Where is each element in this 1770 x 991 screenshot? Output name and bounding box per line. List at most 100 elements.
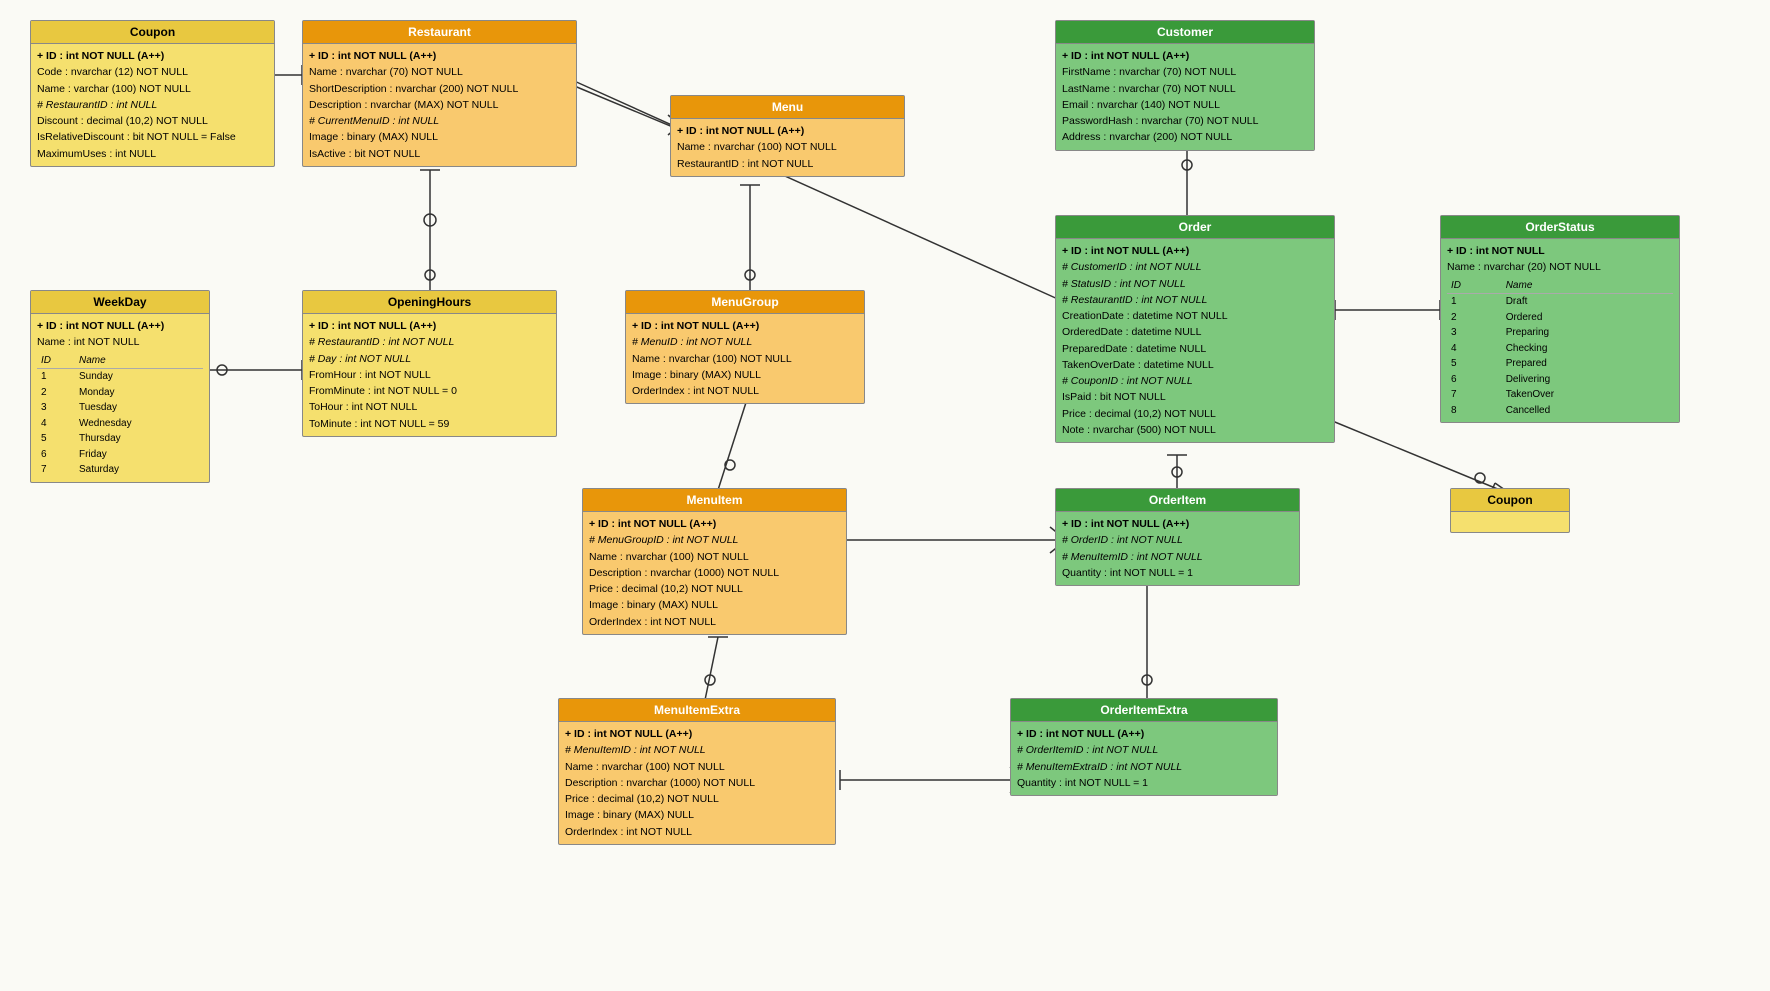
field: + ID : int NOT NULL (A++) (589, 516, 840, 532)
entity-order-status-header: OrderStatus (1441, 216, 1679, 239)
field: TakenOverDate : datetime NULL (1062, 357, 1328, 373)
entity-order-header: Order (1056, 216, 1334, 239)
field: Description : nvarchar (1000) NOT NULL (565, 775, 829, 791)
field: # MenuID : int NOT NULL (632, 334, 858, 350)
entity-menu-header: Menu (671, 96, 904, 119)
entity-menu-item-extra: MenuItemExtra + ID : int NOT NULL (A++) … (558, 698, 836, 845)
field: # CouponID : int NOT NULL (1062, 373, 1328, 389)
entity-restaurant-body: + ID : int NOT NULL (A++) Name : nvarcha… (303, 44, 576, 166)
entity-coupon-top-header: Coupon (31, 21, 274, 44)
field: IsActive : bit NOT NULL (309, 146, 570, 162)
entity-weekday: WeekDay + ID : int NOT NULL (A++) Name :… (30, 290, 210, 483)
entity-order-item-header: OrderItem (1056, 489, 1299, 512)
field: Image : binary (MAX) NULL (589, 597, 840, 613)
entity-restaurant-header: Restaurant (303, 21, 576, 44)
entity-order-item-extra-body: + ID : int NOT NULL (A++) # OrderItemID … (1011, 722, 1277, 795)
field: # MenuItemID : int NOT NULL (1062, 549, 1293, 565)
field: # CurrentMenuID : int NULL (309, 113, 570, 129)
field: + ID : int NOT NULL (A++) (1062, 243, 1328, 259)
field: # MenuItemID : int NOT NULL (565, 742, 829, 758)
entity-opening-hours: OpeningHours + ID : int NOT NULL (A++) #… (302, 290, 557, 437)
field: # OrderID : int NOT NULL (1062, 532, 1293, 548)
field: # RestaurantID : int NULL (37, 97, 268, 113)
entity-coupon-bottom-body (1451, 512, 1569, 532)
field: MaximumUses : int NULL (37, 146, 268, 162)
entity-menu-group-body: + ID : int NOT NULL (A++) # MenuID : int… (626, 314, 864, 403)
field: Price : decimal (10,2) NOT NULL (565, 791, 829, 807)
field: + ID : int NOT NULL (A++) (1017, 726, 1271, 742)
entity-menu-item-body: + ID : int NOT NULL (A++) # MenuGroupID … (583, 512, 846, 634)
entity-order-status: OrderStatus + ID : int NOT NULL Name : n… (1440, 215, 1680, 423)
field: Name : nvarchar (100) NOT NULL (589, 549, 840, 565)
entity-order-status-body: + ID : int NOT NULL Name : nvarchar (20)… (1441, 239, 1679, 422)
field: Image : binary (MAX) NULL (632, 367, 858, 383)
entity-menu-item-extra-header: MenuItemExtra (559, 699, 835, 722)
field: ToMinute : int NOT NULL = 59 (309, 416, 550, 432)
field: Image : binary (MAX) NULL (309, 129, 570, 145)
entity-coupon-top-body: + ID : int NOT NULL (A++) Code : nvarcha… (31, 44, 274, 166)
field: Name : nvarchar (100) NOT NULL (677, 139, 898, 155)
field: # CustomerID : int NOT NULL (1062, 259, 1328, 275)
entity-menu-item: MenuItem + ID : int NOT NULL (A++) # Men… (582, 488, 847, 635)
field: Name : int NOT NULL (37, 334, 203, 350)
field: Description : nvarchar (1000) NOT NULL (589, 565, 840, 581)
field: Name : nvarchar (100) NOT NULL (632, 351, 858, 367)
field: Discount : decimal (10,2) NOT NULL (37, 113, 268, 129)
field: IsPaid : bit NOT NULL (1062, 389, 1328, 405)
field: # RestaurantID : int NOT NULL (309, 334, 550, 350)
entity-restaurant: Restaurant + ID : int NOT NULL (A++) Nam… (302, 20, 577, 167)
field: + ID : int NOT NULL (A++) (1062, 516, 1293, 532)
field: Name : nvarchar (70) NOT NULL (309, 64, 570, 80)
entity-weekday-body: + ID : int NOT NULL (A++) Name : int NOT… (31, 314, 209, 482)
field: Name : nvarchar (20) NOT NULL (1447, 259, 1673, 275)
field: + ID : int NOT NULL (A++) (309, 318, 550, 334)
field: LastName : nvarchar (70) NOT NULL (1062, 81, 1308, 97)
field: CreationDate : datetime NOT NULL (1062, 308, 1328, 324)
field: Description : nvarchar (MAX) NOT NULL (309, 97, 570, 113)
entity-customer: Customer + ID : int NOT NULL (A++) First… (1055, 20, 1315, 151)
field: ToHour : int NOT NULL (309, 399, 550, 415)
field: Quantity : int NOT NULL = 1 (1017, 775, 1271, 791)
field: Code : nvarchar (12) NOT NULL (37, 64, 268, 80)
entity-order-item-extra-header: OrderItemExtra (1011, 699, 1277, 722)
entity-opening-hours-header: OpeningHours (303, 291, 556, 314)
field: Price : decimal (10,2) NOT NULL (589, 581, 840, 597)
field: Quantity : int NOT NULL = 1 (1062, 565, 1293, 581)
entity-weekday-header: WeekDay (31, 291, 209, 314)
field: Price : decimal (10,2) NOT NULL (1062, 406, 1328, 422)
field: ShortDescription : nvarchar (200) NOT NU… (309, 81, 570, 97)
field: # Day : int NOT NULL (309, 351, 550, 367)
order-status-lookup: IDName 1Draft 2Ordered 3Preparing 4Check… (1447, 278, 1673, 419)
entity-order: Order + ID : int NOT NULL (A++) # Custom… (1055, 215, 1335, 443)
entity-menu-item-header: MenuItem (583, 489, 846, 512)
field: PreparedDate : datetime NULL (1062, 341, 1328, 357)
field: Address : nvarchar (200) NOT NULL (1062, 129, 1308, 145)
field: + ID : int NOT NULL (1447, 243, 1673, 259)
entity-order-body: + ID : int NOT NULL (A++) # CustomerID :… (1056, 239, 1334, 442)
field: # RestaurantID : int NOT NULL (1062, 292, 1328, 308)
field: Email : nvarchar (140) NOT NULL (1062, 97, 1308, 113)
field: OrderIndex : int NOT NULL (632, 383, 858, 399)
field: # StatusID : int NOT NULL (1062, 276, 1328, 292)
erd-diagram: Coupon + ID : int NOT NULL (A++) Code : … (0, 0, 1770, 991)
entity-order-item-body: + ID : int NOT NULL (A++) # OrderID : in… (1056, 512, 1299, 585)
field: Note : nvarchar (500) NOT NULL (1062, 422, 1328, 438)
field: Image : binary (MAX) NULL (565, 807, 829, 823)
entity-coupon-bottom: Coupon (1450, 488, 1570, 533)
field: # OrderItemID : int NOT NULL (1017, 742, 1271, 758)
field: OrderIndex : int NOT NULL (565, 824, 829, 840)
entity-menu-group: MenuGroup + ID : int NOT NULL (A++) # Me… (625, 290, 865, 404)
field: Name : nvarchar (100) NOT NULL (565, 759, 829, 775)
field: + ID : int NOT NULL (A++) (677, 123, 898, 139)
field: + ID : int NOT NULL (A++) (37, 48, 268, 64)
field: + ID : int NOT NULL (A++) (1062, 48, 1308, 64)
field: FromMinute : int NOT NULL = 0 (309, 383, 550, 399)
field: IsRelativeDiscount : bit NOT NULL = Fals… (37, 129, 268, 145)
field: RestaurantID : int NOT NULL (677, 156, 898, 172)
entity-menu: Menu + ID : int NOT NULL (A++) Name : nv… (670, 95, 905, 177)
entity-order-item-extra: OrderItemExtra + ID : int NOT NULL (A++)… (1010, 698, 1278, 796)
field: FirstName : nvarchar (70) NOT NULL (1062, 64, 1308, 80)
entity-coupon-top: Coupon + ID : int NOT NULL (A++) Code : … (30, 20, 275, 167)
field: # MenuGroupID : int NOT NULL (589, 532, 840, 548)
field: OrderedDate : datetime NULL (1062, 324, 1328, 340)
